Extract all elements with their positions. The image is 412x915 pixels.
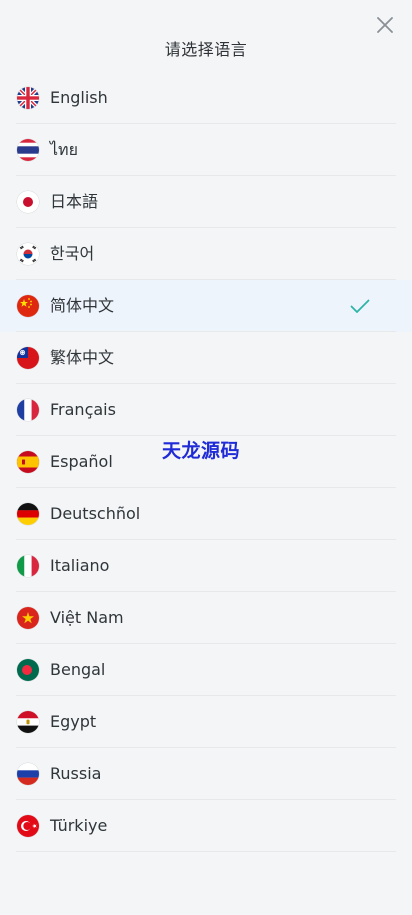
- spain-flag-icon: [17, 451, 39, 473]
- turkey-flag-icon: [17, 815, 39, 837]
- language-label: Italiano: [50, 556, 110, 575]
- checkmark-icon: [350, 298, 370, 314]
- language-item-german[interactable]: Deutschñol: [0, 488, 412, 540]
- close-button[interactable]: [374, 14, 396, 36]
- language-item-french[interactable]: Français: [0, 384, 412, 436]
- divider: [16, 851, 396, 852]
- language-item-turkish[interactable]: Türkiye: [0, 800, 412, 852]
- language-label: Russia: [50, 764, 102, 783]
- united-kingdom-flag-icon: [17, 87, 39, 109]
- language-label: Español: [50, 452, 113, 471]
- language-item-bengal[interactable]: Bengal: [0, 644, 412, 696]
- language-item-english[interactable]: English: [0, 72, 412, 124]
- language-label: English: [50, 88, 108, 107]
- language-label: 简体中文: [50, 296, 115, 315]
- dialog-header: 请选择语言: [0, 0, 412, 72]
- vietnam-flag-icon: [17, 607, 39, 629]
- language-item-traditional-chinese[interactable]: 繁体中文: [0, 332, 412, 384]
- language-label: Egypt: [50, 712, 97, 731]
- france-flag-icon: [17, 399, 39, 421]
- language-label: 日本語: [50, 192, 99, 211]
- language-item-korean[interactable]: 한국어: [0, 228, 412, 280]
- language-label: Deutschñol: [50, 504, 141, 523]
- egypt-flag-icon: [17, 711, 39, 733]
- close-icon: [377, 17, 393, 33]
- bangladesh-flag-icon: [17, 659, 39, 681]
- language-item-simplified-chinese[interactable]: 简体中文: [0, 280, 412, 332]
- language-label: Việt Nam: [50, 608, 124, 627]
- language-label: 繁体中文: [50, 348, 115, 367]
- china-flag-icon: [17, 295, 39, 317]
- thailand-flag-icon: [17, 139, 39, 161]
- language-label: Bengal: [50, 660, 106, 679]
- language-item-japanese[interactable]: 日本語: [0, 176, 412, 228]
- page-title: 请选择语言: [164, 40, 248, 59]
- language-label: 한국어: [50, 244, 95, 263]
- watermark: 天龙源码: [162, 440, 241, 462]
- language-item-vietnamese[interactable]: Việt Nam: [0, 592, 412, 644]
- language-label: ไทย: [50, 140, 78, 159]
- language-item-russian[interactable]: Russia: [0, 748, 412, 800]
- russia-flag-icon: [17, 763, 39, 785]
- japan-flag-icon: [17, 191, 39, 213]
- language-label: Français: [50, 400, 116, 419]
- language-label: Türkiye: [50, 816, 108, 835]
- language-item-thai[interactable]: ไทย: [0, 124, 412, 176]
- italy-flag-icon: [17, 555, 39, 577]
- germany-flag-icon: [17, 503, 39, 525]
- language-item-italian[interactable]: Italiano: [0, 540, 412, 592]
- south-korea-flag-icon: [17, 243, 39, 265]
- taiwan-flag-icon: [17, 347, 39, 369]
- language-item-egypt[interactable]: Egypt: [0, 696, 412, 748]
